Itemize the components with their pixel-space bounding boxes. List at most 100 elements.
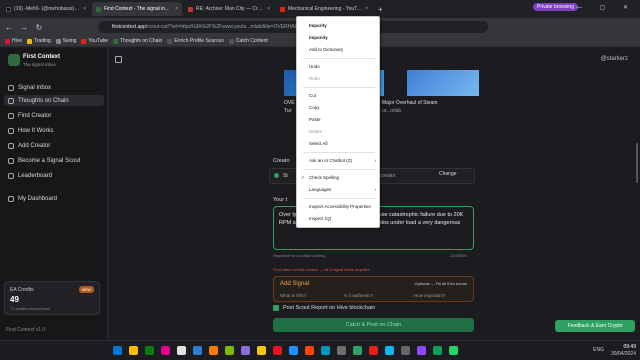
tab-label: First Context - The signal inbox	[104, 6, 173, 12]
dashboard-icon	[8, 195, 14, 202]
creator-label: Creato	[273, 158, 290, 164]
bookmark-enrich[interactable]: Enrich Profile Sources	[167, 38, 224, 44]
bookmark-hive[interactable]: Hive	[5, 38, 22, 44]
credits-subtext: 71 credits earned total	[10, 306, 50, 311]
first-catch-warning: First catch for this creator — all 5 sig…	[273, 267, 370, 272]
taskbar-app-icon[interactable]	[289, 346, 298, 355]
private-browsing-badge[interactable]: Private browsing	[533, 3, 578, 11]
feedback-button[interactable]: Feedback & Earn Crypto	[555, 320, 635, 332]
window-controls[interactable]: — ▢ ✕	[576, 4, 636, 11]
taskbar-app-icon[interactable]	[401, 346, 410, 355]
taskbar-app-icon[interactable]	[321, 346, 330, 355]
menu-item-check-spelling[interactable]: ✓ Check Spelling	[297, 173, 381, 183]
user-handle[interactable]: @starkerz	[601, 56, 628, 62]
change-button[interactable]: Change	[439, 171, 457, 177]
taskbar-app-icon[interactable]	[369, 346, 378, 355]
page-icon	[167, 38, 173, 44]
bookmark-catch[interactable]: Catch Content	[228, 38, 268, 44]
bookmark-label: YouTube	[88, 38, 109, 44]
creator-value: St	[283, 173, 288, 179]
new-tab-button[interactable]: +	[374, 2, 387, 16]
close-icon[interactable]: ×	[365, 6, 368, 12]
menu-item-inspect-accessibility[interactable]: Inspect Accessibility Properties	[297, 202, 381, 212]
taskbar-app-icon[interactable]	[225, 346, 234, 355]
sidebar-item-label: Find Creator	[18, 112, 52, 119]
bookmark-youtube[interactable]: YouTube	[81, 38, 108, 44]
folder-icon	[27, 38, 33, 44]
clock-date[interactable]: 30/04/2024	[611, 351, 636, 357]
sidebar-item-label: Become a Signal Scout	[18, 157, 81, 164]
menu-item-copy[interactable]: Copy	[297, 103, 381, 113]
close-icon[interactable]: ×	[175, 6, 178, 12]
sidebar-item-find-creator[interactable]: Find Creator	[4, 110, 104, 121]
menu-item-undo[interactable]: Undo	[297, 62, 381, 72]
inbox-icon	[8, 84, 14, 91]
taskbar-app-icon[interactable]	[161, 346, 170, 355]
sidebar-item-label: Add Creator	[18, 142, 51, 149]
sidebar-item-signal-inbox[interactable]: Signal Inbox	[4, 82, 104, 93]
taskbar-app-icon[interactable]	[433, 346, 442, 355]
add-signal-panel[interactable]: Add Signal Optional — Fill all 5 for bon…	[273, 276, 474, 302]
taskbar-app-icon[interactable]	[273, 346, 282, 355]
menu-item-label: Check Spelling	[309, 175, 340, 180]
taskbar-app-icon[interactable]	[449, 346, 458, 355]
taskbar-app-icon[interactable]	[385, 346, 394, 355]
menu-item-add-dictionary[interactable]: Add to Dictionary	[297, 45, 381, 55]
back-icon[interactable]: ←	[3, 21, 15, 33]
character-counter: 219/5000	[450, 253, 467, 258]
bookmark-thoughts[interactable]: Thoughts on Chain	[113, 38, 162, 44]
clock-time[interactable]: 09:49	[623, 344, 636, 350]
youtube-favicon-icon	[280, 6, 285, 12]
taskbar-app-icon[interactable]	[337, 346, 346, 355]
menu-item-ai-chatbot[interactable]: Ask an AI Chatbot (Z) ›	[297, 156, 381, 166]
menu-item-select-all[interactable]: Select All	[297, 139, 381, 149]
taskbar-app-icon[interactable]	[241, 346, 250, 355]
taskbar-app-icon[interactable]	[113, 346, 122, 355]
chevron-right-icon: ›	[374, 187, 377, 192]
hive-checkbox[interactable]	[273, 305, 279, 311]
sidebar-item-add-creator[interactable]: Add Creator	[4, 140, 104, 151]
taskbar-app-icon[interactable]	[177, 346, 186, 355]
menu-item-suggestion[interactable]: impunity	[297, 33, 381, 43]
close-icon[interactable]: ×	[83, 6, 86, 12]
url-field[interactable]: firstcontext.app/scout-cat/?url=https%3A…	[98, 21, 488, 33]
taskbar-app-icon[interactable]	[129, 346, 138, 355]
taskbar-app-icon[interactable]	[305, 346, 314, 355]
sidebar-item-become-scout[interactable]: Become a Signal Scout	[4, 155, 104, 166]
taskbar-app-icon[interactable]	[145, 346, 154, 355]
menu-item-delete: Delete	[309, 129, 323, 134]
taskbar-app-icon[interactable]	[353, 346, 362, 355]
menu-item-languages[interactable]: Languages ›	[297, 185, 381, 195]
sidebar-item-leaderboard[interactable]: Leaderboard	[4, 170, 104, 181]
menu-item-cut[interactable]: Cut	[297, 91, 381, 101]
menu-separator	[303, 58, 375, 59]
catch-post-button[interactable]: Catch & Post on Chain	[273, 318, 474, 332]
tray-language[interactable]: ENG	[593, 347, 604, 353]
taskbar-app-icon[interactable]	[417, 346, 426, 355]
taskbar-app-icon[interactable]	[193, 346, 202, 355]
menu-item-suggestion[interactable]: Impurity	[297, 21, 381, 31]
menu-separator	[303, 152, 375, 153]
menu-item-inspect[interactable]: Inspect (Q)	[297, 214, 381, 224]
sidebar-item-label: My Dashboard	[18, 195, 58, 202]
sidebar-item-dashboard[interactable]: My Dashboard	[4, 193, 104, 204]
tab-youtube[interactable]: Mechanical Engineering - YouTube ×	[276, 2, 372, 16]
bookmark-swing[interactable]: Swing	[55, 38, 76, 44]
sidebar-toggle-icon[interactable]	[115, 56, 122, 63]
taskbar-app-icon[interactable]	[209, 346, 218, 355]
sidebar-item-how-it-works[interactable]: How It Works	[4, 125, 104, 136]
brand-logo	[8, 54, 20, 66]
tab-first-context[interactable]: First Context - The signal inbox ×	[92, 2, 182, 16]
menu-separator	[303, 87, 375, 88]
close-icon[interactable]: ×	[267, 6, 270, 12]
taskbar-app-icon[interactable]	[257, 346, 266, 355]
credits-card[interactable]: EA Credits NEW 49 71 credits earned tota…	[4, 281, 100, 315]
sidebar-item-thoughts-on-chain[interactable]: Thoughts on Chain	[4, 95, 104, 106]
forward-icon[interactable]: →	[18, 21, 30, 33]
scrollbar[interactable]	[636, 143, 638, 183]
tab-archive[interactable]: RE: Archive: Man City — Crest ×	[184, 2, 274, 16]
reload-icon[interactable]: ↻	[33, 21, 45, 33]
bookmark-trading[interactable]: Trading	[27, 38, 51, 44]
menu-item-paste[interactable]: Paste	[297, 115, 381, 125]
tab-x[interactable]: (16) -Meh0- (@mehobassi) / X ×	[2, 2, 90, 16]
